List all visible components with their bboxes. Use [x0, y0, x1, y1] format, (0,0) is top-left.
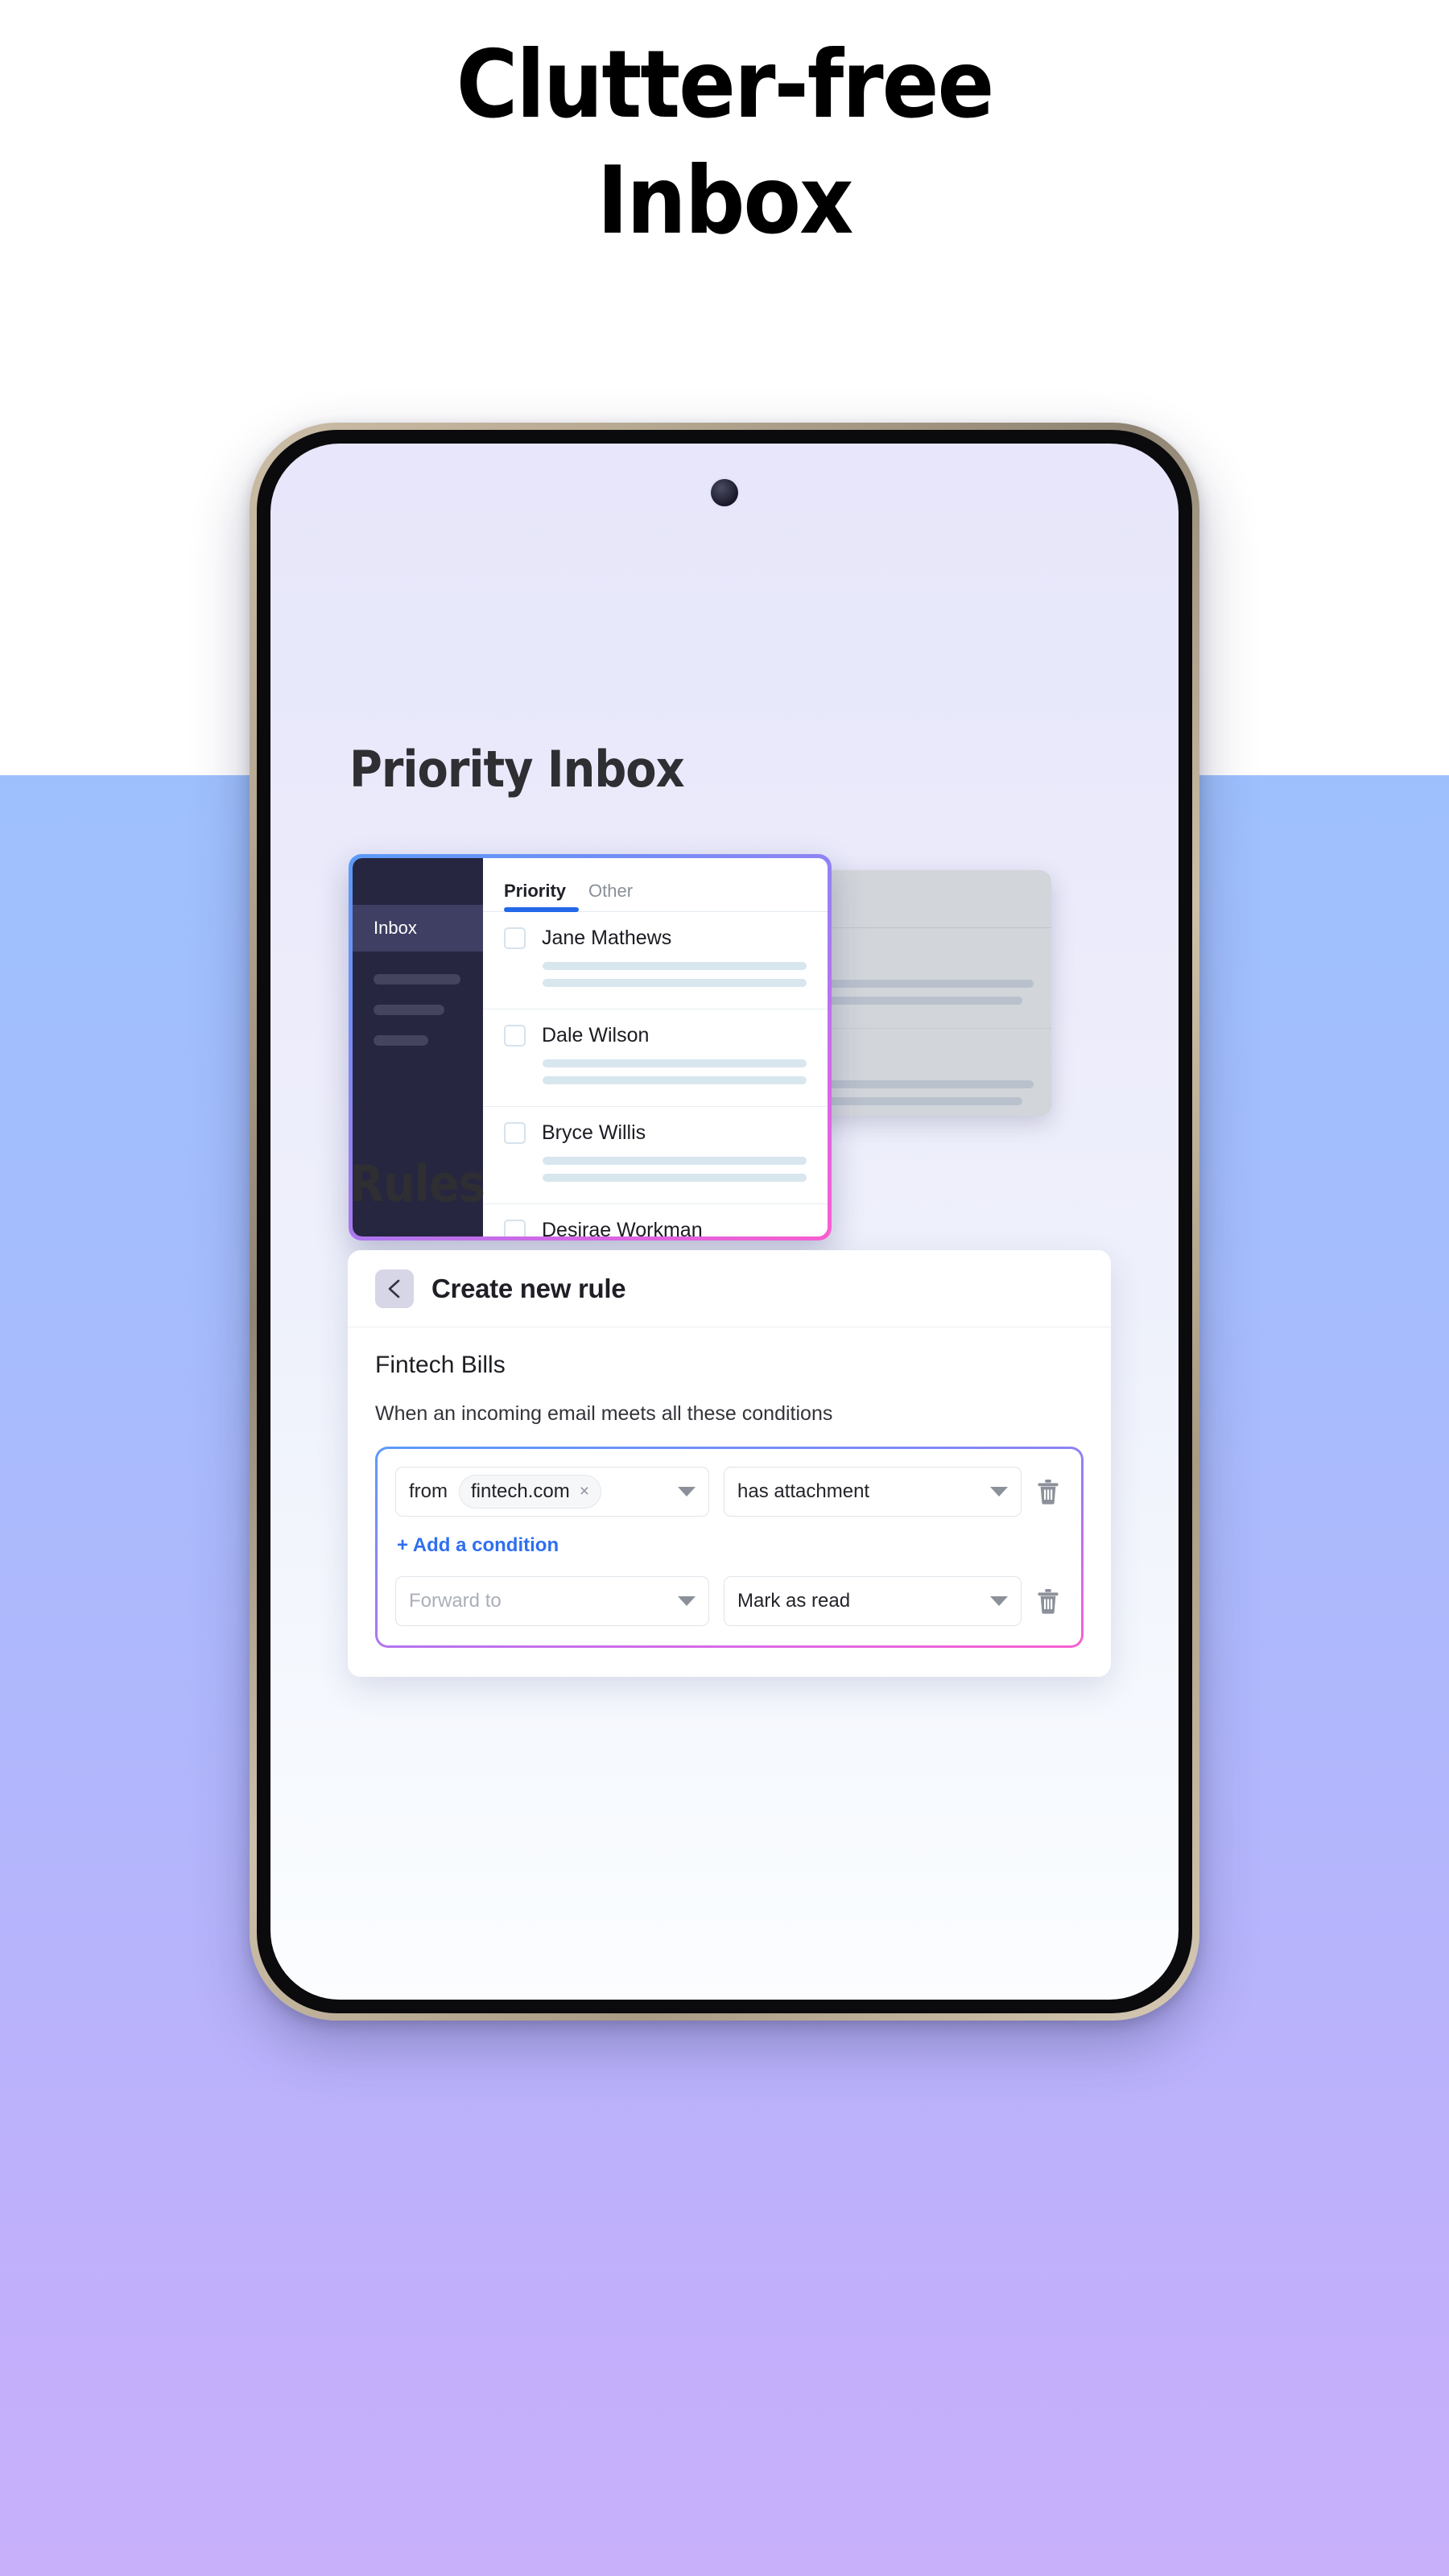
- create-rule-title: Create new rule: [431, 1273, 626, 1303]
- conditions-subtitle: When an incoming email meets all these c…: [375, 1402, 833, 1425]
- phone-mockup: Priority Inbox Priority Other LinkedIn Q…: [250, 423, 1199, 2021]
- tab-priority[interactable]: Priority: [504, 881, 566, 911]
- mail-row-sender: Jane Mathews: [542, 927, 672, 949]
- rule-name-value[interactable]: Fintech Bills: [375, 1352, 1084, 1379]
- conditions-group-inner: from fintech.com × has attachment + Add …: [378, 1449, 1081, 1645]
- mail-row-checkbox[interactable]: [504, 1122, 526, 1144]
- condition-value-text: fintech.com: [471, 1480, 570, 1502]
- create-rule-body: Fintech Bills When an incoming email mee…: [348, 1327, 1111, 1648]
- mail-row-head: Desirae Workman: [504, 1219, 807, 1236]
- condition-operator-select[interactable]: has attachment: [724, 1467, 1022, 1517]
- condition-value-chip[interactable]: fintech.com ×: [459, 1475, 601, 1509]
- phone-screen: Priority Inbox Priority Other LinkedIn Q…: [270, 444, 1179, 2000]
- add-condition-link[interactable]: + Add a condition: [397, 1534, 1063, 1557]
- placeholder-line: [543, 979, 807, 987]
- create-rule-actions: Create Rule Discard: [348, 1648, 1111, 1677]
- sidebar-placeholder-bar: [374, 1005, 444, 1015]
- condition-field-label: from: [409, 1480, 448, 1502]
- create-rule-header: Create new rule: [348, 1250, 1111, 1327]
- mail-tabs: Priority Other: [483, 858, 828, 912]
- mail-row-sender: Dale Wilson: [542, 1024, 650, 1046]
- create-rule-card: Create new rule Fintech Bills When an in…: [348, 1250, 1111, 1677]
- headline-line-2: Inbox: [597, 147, 854, 255]
- placeholder-line: [543, 1076, 807, 1084]
- chevron-left-icon: [388, 1279, 400, 1298]
- page-headline: Clutter-free Inbox: [0, 39, 1449, 248]
- back-button[interactable]: [375, 1269, 414, 1308]
- tab-other[interactable]: Other: [588, 881, 633, 911]
- mail-row-checkbox[interactable]: [504, 927, 526, 949]
- condition-row: from fintech.com × has attachment: [395, 1467, 1063, 1517]
- sidebar-item-inbox[interactable]: Inbox: [353, 905, 483, 952]
- chevron-down-icon[interactable]: [678, 1596, 696, 1606]
- mail-row-head: Jane Mathews: [504, 927, 807, 950]
- chip-remove-icon[interactable]: ×: [580, 1482, 589, 1501]
- phone-bezel: Priority Inbox Priority Other LinkedIn Q…: [257, 430, 1192, 2013]
- condition-operator-value: has attachment: [737, 1480, 870, 1502]
- mail-row-head: Bryce Willis: [504, 1121, 807, 1145]
- mail-row-head: Dale Wilson: [504, 1024, 807, 1047]
- trash-icon[interactable]: [1036, 1478, 1060, 1505]
- sidebar-item-label: Inbox: [374, 918, 417, 938]
- conditions-group: from fintech.com × has attachment + Add …: [375, 1447, 1084, 1648]
- headline-line-1: Clutter-free: [456, 31, 995, 139]
- placeholder-line: [543, 1157, 807, 1165]
- mail-list-pane: Priority Other Jane Mathews Dale Wilson …: [483, 858, 828, 1236]
- action-row: Forward to Mark as read: [395, 1576, 1063, 1626]
- sidebar-placeholder-bar: [374, 1035, 428, 1046]
- rules-section-title: Rules: [349, 1154, 485, 1213]
- chevron-down-icon[interactable]: [678, 1487, 696, 1496]
- trash-icon[interactable]: [1036, 1587, 1060, 1615]
- mail-row-sender: Desirae Workman: [542, 1219, 703, 1236]
- sidebar-placeholder-items: [353, 952, 483, 1046]
- priority-inbox-section-title: Priority Inbox: [349, 740, 685, 799]
- condition-field-from[interactable]: from fintech.com ×: [395, 1467, 709, 1517]
- action-forward-select[interactable]: Forward to: [395, 1576, 709, 1626]
- mail-row[interactable]: Desirae Workman: [483, 1204, 828, 1236]
- mail-row[interactable]: Jane Mathews: [483, 912, 828, 1009]
- placeholder-line: [543, 1059, 807, 1067]
- chevron-down-icon[interactable]: [990, 1596, 1008, 1606]
- placeholder-line: [543, 962, 807, 970]
- mail-row[interactable]: Bryce Willis: [483, 1107, 828, 1204]
- mail-row-sender: Bryce Willis: [542, 1121, 646, 1144]
- mail-row-checkbox[interactable]: [504, 1220, 526, 1236]
- sidebar-placeholder-bar: [374, 974, 460, 985]
- placeholder-line: [543, 1174, 807, 1182]
- front-camera-icon: [711, 479, 738, 506]
- action-forward-placeholder: Forward to: [409, 1590, 502, 1612]
- mail-row-checkbox[interactable]: [504, 1025, 526, 1046]
- chevron-down-icon[interactable]: [990, 1487, 1008, 1496]
- action-operation-select[interactable]: Mark as read: [724, 1576, 1022, 1626]
- mail-row[interactable]: Dale Wilson: [483, 1009, 828, 1107]
- action-operation-value: Mark as read: [737, 1590, 851, 1612]
